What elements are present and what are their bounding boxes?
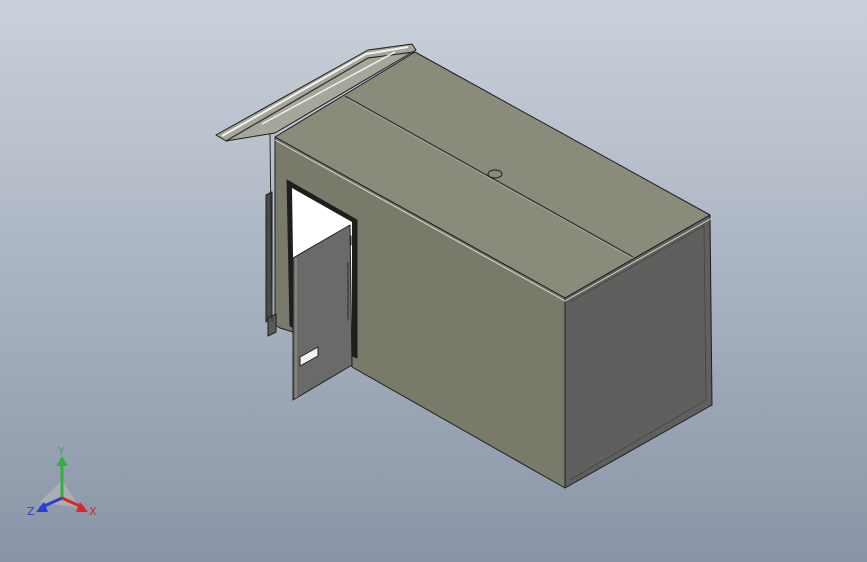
triad-x-label: X <box>89 505 97 518</box>
triad-y-label: Y <box>57 446 65 458</box>
model-scene[interactable] <box>0 0 867 562</box>
graphics-viewport[interactable]: Y X Z <box>0 0 867 562</box>
triad-z-arrow <box>36 502 48 512</box>
triad-z-label: Z <box>27 505 35 518</box>
view-orientation-triad[interactable]: Y X Z <box>22 446 104 522</box>
